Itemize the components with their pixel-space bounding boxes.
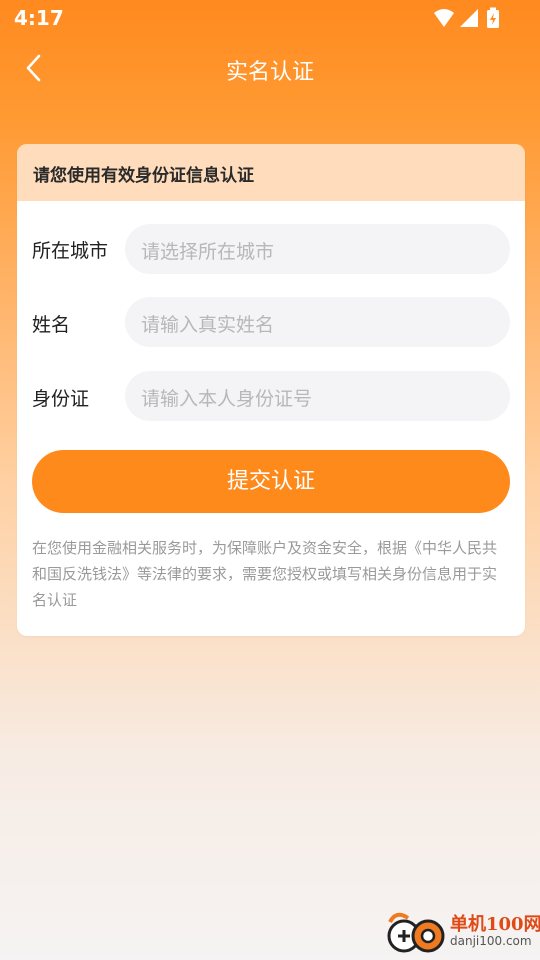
watermark: 单机100网 danji100.com [386,910,540,956]
id-label: 身份证 [32,388,90,410]
watermark-name: 单机100网 [450,914,540,935]
status-time: 4:17 [14,6,64,30]
name-placeholder: 请输入真实姓名 [141,314,275,336]
notice-text: 在您使用金融相关服务时，为保障账户及资金安全，根据《中华人民共和国反洗钱法》等法… [32,539,498,609]
wifi-icon [434,9,454,27]
name-label: 姓名 [32,314,71,336]
city-select[interactable]: 请选择所在城市 [125,224,510,274]
verification-card: 请您使用有效身份证信息认证 所在城市 请选择所在城市 姓名 请输入真实姓名 身份… [17,144,525,636]
status-bar: 4:17 [0,0,540,36]
card-header: 请您使用有效身份证信息认证 [17,144,525,201]
nav-bar: 实名认证 [0,36,540,100]
danji100-logo-icon [387,912,445,953]
signal-icon [460,9,478,27]
id-number-input[interactable]: 请输入本人身份证号 [125,371,510,421]
watermark-url: danji100.com [450,934,532,948]
city-label: 所在城市 [32,240,109,262]
id-placeholder: 请输入本人身份证号 [141,388,313,410]
page-title: 实名认证 [225,60,314,85]
battery-charging-icon [487,7,499,28]
submit-button[interactable]: 提交认证 [32,450,510,513]
name-input[interactable]: 请输入真实姓名 [125,297,510,347]
status-icons [432,6,502,30]
card-header-text: 请您使用有效身份证信息认证 [33,166,254,186]
city-placeholder: 请选择所在城市 [141,241,275,263]
